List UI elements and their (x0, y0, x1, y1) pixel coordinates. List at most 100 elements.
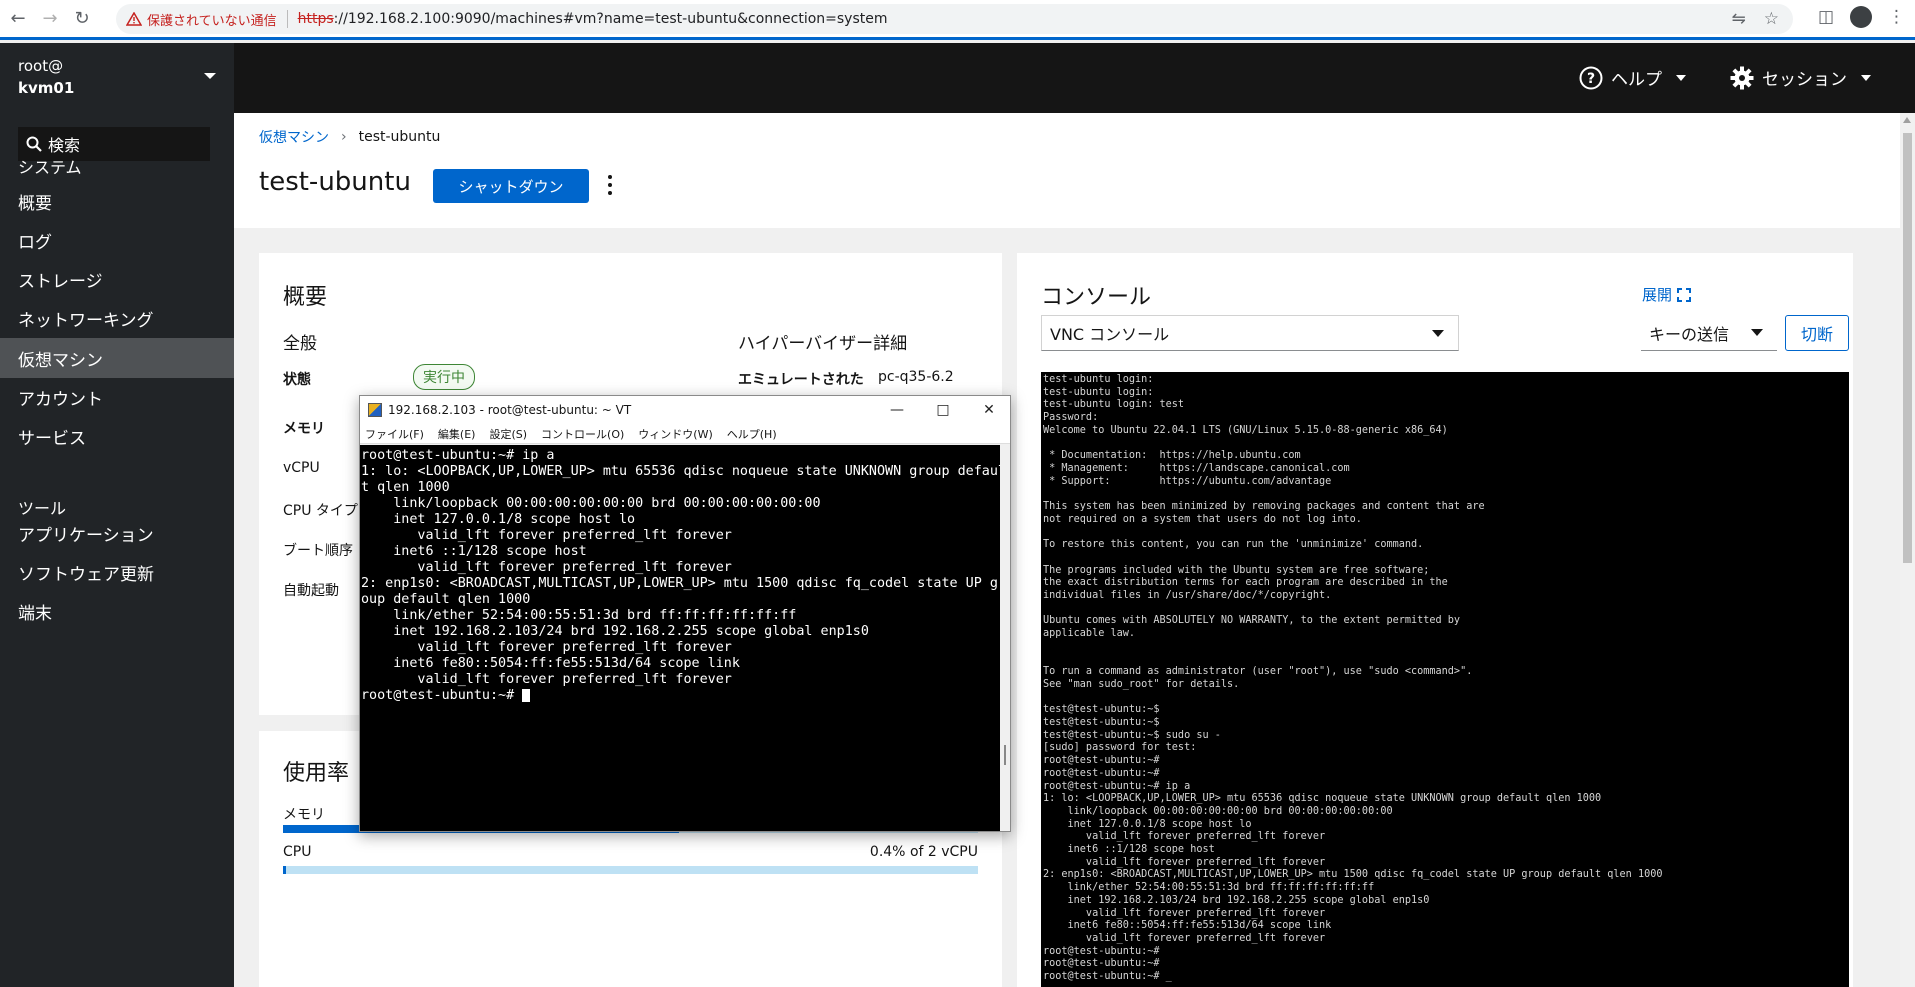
reload-icon[interactable]: ↻ (68, 5, 96, 33)
emulated-label: エミュレートされた (738, 372, 864, 388)
address-bar[interactable]: 保護されていない通信 https://192.168.2.100:9090/ma… (116, 4, 1793, 34)
sidebar-item-virtual-machines[interactable]: 仮想マシン (0, 338, 234, 378)
page-title: test-ubuntu (259, 167, 411, 197)
sidebar-item-terminal[interactable]: 端末 (0, 591, 234, 631)
menu-help[interactable]: ヘルプ(H) (727, 426, 777, 442)
section-system: システム (18, 158, 82, 177)
teraterm-title: 192.168.2.103 - root@test-ubuntu: ~ VT (388, 403, 632, 417)
sidebar-item-networking[interactable]: ネットワーキング (0, 298, 234, 338)
browser-toolbar: ← → ↻ 保護されていない通信 https://192.168.2.100:9… (0, 0, 1915, 40)
console-card: コンソール 展開 VNC コンソール キーの送信 切断 test-ubuntu … (1017, 253, 1853, 987)
terminal-prompt: root@test-ubuntu:~# (361, 688, 523, 703)
boot-order-label: ブート順序 (283, 543, 353, 559)
usage-memory-label: メモリ (283, 807, 325, 823)
sidebar-item-services[interactable]: サービス (0, 416, 234, 456)
console-type-select[interactable]: VNC コンソール (1041, 315, 1459, 351)
host-user: root@ (18, 57, 64, 75)
teraterm-app-icon (368, 403, 382, 417)
sidebar-item-label: ソフトウェア更新 (18, 564, 154, 585)
chevron-down-icon (1676, 74, 1686, 81)
cpu-usage-bar (283, 866, 978, 874)
menu-control[interactable]: コントロール(O) (541, 426, 624, 442)
teraterm-titlebar[interactable]: 192.168.2.103 - root@test-ubuntu: ~ VT —… (360, 396, 1010, 424)
sidebar-item-applications[interactable]: アプリケーション (0, 513, 234, 553)
usage-cpu-label: CPU (283, 844, 312, 860)
url-scheme: https (297, 11, 334, 27)
expand-button[interactable]: 展開 (1642, 284, 1692, 305)
kebab-menu-icon[interactable] (608, 175, 614, 195)
breadcrumb: 仮想マシン › test-ubuntu (259, 127, 440, 147)
shutdown-button[interactable]: シャットダウン (433, 169, 589, 203)
overview-title: 概要 (283, 285, 328, 310)
page-scrollbar[interactable] (1900, 113, 1915, 987)
cpu-usage-fill (283, 866, 286, 874)
scroll-thumb[interactable] (1903, 133, 1912, 563)
sidebar-item-label: 仮想マシン (18, 350, 103, 371)
browser-menu-icon[interactable]: ⋮ (1888, 7, 1905, 27)
minimize-icon[interactable]: — (874, 396, 920, 424)
sidebar-item-logs[interactable]: ログ (0, 220, 234, 260)
page-header: 仮想マシン › test-ubuntu test-ubuntu シャットダウン (234, 113, 1900, 228)
send-key-select[interactable]: キーの送信 (1641, 315, 1777, 351)
breadcrumb-separator-icon: › (341, 129, 347, 145)
search-icon (26, 136, 42, 152)
hypervisor-title: ハイパーバイザー詳細 (738, 334, 908, 354)
session-menu[interactable]: セッション (1730, 65, 1871, 90)
back-icon[interactable]: ← (4, 5, 32, 33)
breadcrumb-link-vms[interactable]: 仮想マシン (259, 127, 329, 147)
close-icon[interactable]: ✕ (966, 396, 1012, 424)
sidebar-item-label: アカウント (18, 389, 103, 410)
security-warning[interactable]: 保護されていない通信 (126, 10, 277, 29)
host-caret-icon[interactable] (204, 73, 216, 79)
forward-icon[interactable]: → (36, 5, 64, 33)
autostart-label: 自動起動 (283, 583, 339, 599)
security-warning-text: 保護されていない通信 (147, 13, 277, 29)
vcpu-label: vCPU (283, 460, 320, 476)
host-switcher[interactable]: root@ kvm01 (18, 55, 74, 99)
chevron-down-icon (1751, 329, 1763, 336)
gear-icon (1730, 66, 1754, 89)
console-type-value: VNC コンソール (1050, 325, 1170, 344)
sidebar-item-label: 端末 (18, 603, 52, 624)
console-title: コンソール (1041, 285, 1152, 310)
help-menu[interactable]: ? ヘルプ (1579, 65, 1686, 90)
cpu-type-label: CPU タイプ (283, 503, 358, 519)
disconnect-button[interactable]: 切断 (1785, 315, 1849, 351)
host-name: kvm01 (18, 79, 75, 97)
bookmark-star-icon[interactable]: ☆ (1764, 9, 1779, 29)
breadcrumb-current: test-ubuntu (358, 129, 441, 145)
teraterm-window: 192.168.2.103 - root@test-ubuntu: ~ VT —… (359, 395, 1011, 832)
teraterm-terminal[interactable]: root@test-ubuntu:~# ip a 1: lo: <LOOPBAC… (360, 445, 1000, 831)
menu-edit[interactable]: 編集(E) (438, 426, 476, 442)
terminal-output: root@test-ubuntu:~# ip a 1: lo: <LOOPBAC… (361, 448, 1000, 687)
sidebar-item-software-updates[interactable]: ソフトウェア更新 (0, 552, 234, 592)
sidebar-item-label: サービス (18, 428, 86, 449)
send-key-label: キーの送信 (1649, 324, 1730, 344)
maximize-icon[interactable]: □ (920, 396, 966, 424)
side-panel-icon[interactable]: ◫ (1818, 7, 1834, 27)
usage-title: 使用率 (283, 761, 350, 786)
emulated-value: pc-q35-6.2 (878, 369, 954, 385)
sidebar-item-overview[interactable]: 概要 (0, 181, 234, 221)
menu-file[interactable]: ファイル(F) (365, 426, 424, 442)
expand-label: 展開 (1642, 286, 1673, 304)
status-badge: 実行中 (413, 364, 475, 390)
state-label: 状態 (283, 372, 311, 388)
sidebar-item-storage[interactable]: ストレージ (0, 259, 234, 299)
profile-avatar[interactable] (1850, 6, 1872, 28)
session-label: セッション (1762, 70, 1847, 90)
chevron-down-icon (1861, 74, 1871, 81)
teraterm-scrollbar[interactable] (1000, 445, 1010, 831)
sidebar-item-label: ネットワーキング (18, 310, 154, 331)
sidebar-item-accounts[interactable]: アカウント (0, 377, 234, 417)
translate-icon[interactable]: ⇋ (1732, 9, 1746, 29)
scroll-up-icon[interactable] (1903, 117, 1911, 123)
url-text: ://192.168.2.100:9090/machines#vm?name=t… (333, 11, 888, 27)
menu-window[interactable]: ウィンドウ(W) (638, 426, 712, 442)
menu-setup[interactable]: 設定(S) (489, 426, 527, 442)
vnc-console-screen[interactable]: test-ubuntu login: test-ubuntu login: te… (1041, 372, 1849, 987)
url-divider (286, 10, 288, 28)
memory-label: メモリ (283, 421, 325, 437)
sidebar-item-label: ログ (18, 232, 52, 253)
sidebar: root@ kvm01 検索 システム 概要 ログ ストレージ ネットワーキング… (0, 43, 234, 987)
